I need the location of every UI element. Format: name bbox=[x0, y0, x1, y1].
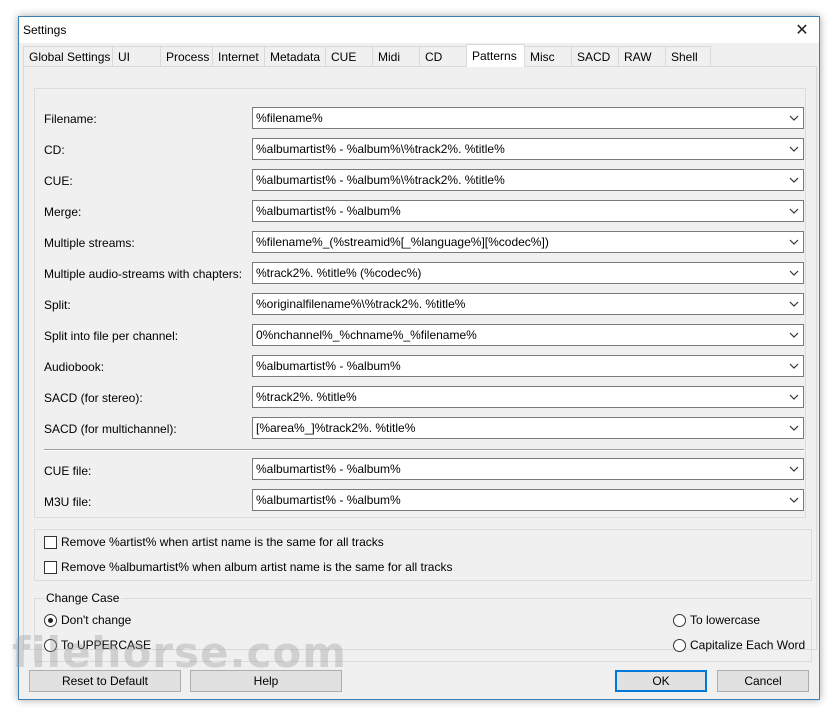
chevron-down-icon[interactable] bbox=[785, 170, 803, 190]
radio-uppercase-button[interactable] bbox=[44, 638, 57, 652]
chevron-down-icon[interactable] bbox=[785, 459, 803, 479]
tab-internet[interactable]: Internet bbox=[212, 46, 265, 67]
pattern-label-cue: CUE: bbox=[44, 174, 73, 188]
combo-value: %albumartist% - %album%\%track2%. %title… bbox=[256, 142, 505, 156]
chevron-down-icon[interactable] bbox=[785, 139, 803, 159]
radio-lowercase-label: To lowercase bbox=[690, 613, 761, 627]
combo-value: %originalfilename%\%track2%. %title% bbox=[256, 297, 466, 311]
combo-value: [%area%_]%track2%. %title% bbox=[256, 421, 416, 435]
combo-value: %albumartist% - %album% bbox=[256, 462, 401, 476]
tab-raw[interactable]: RAW bbox=[618, 46, 666, 67]
tab-patterns[interactable]: Patterns bbox=[466, 44, 525, 67]
tab-misc[interactable]: Misc bbox=[524, 46, 572, 67]
pattern-label-filename: Filename: bbox=[44, 112, 97, 126]
pattern-combo-multiple-streams[interactable]: %filename%_(%streamid%[_%language%][%cod… bbox=[252, 231, 804, 253]
radio-uppercase[interactable]: To UPPERCASE bbox=[44, 638, 151, 652]
combo-value: %filename%_(%streamid%[_%language%][%cod… bbox=[256, 235, 549, 249]
pattern-separator bbox=[44, 449, 804, 451]
combo-value: %track2%. %title% (%codec%) bbox=[256, 266, 422, 280]
chevron-down-icon[interactable] bbox=[785, 263, 803, 283]
pattern-label-audio-chapters: Multiple audio-streams with chapters: bbox=[44, 267, 243, 281]
close-button[interactable]: ✕ bbox=[785, 17, 819, 43]
tab-strip: Global Settings UI Process Internet Meta… bbox=[23, 44, 711, 67]
patterns-panel: Filename: %filename% CD: %albumartist% -… bbox=[23, 66, 817, 662]
chevron-down-icon[interactable] bbox=[785, 294, 803, 314]
remove-albumartist-label: Remove %albumartist% when album artist n… bbox=[61, 560, 453, 574]
settings-window: Settings ✕ Global Settings UI Process In… bbox=[18, 16, 820, 700]
pattern-combo-audio-chapters[interactable]: %track2%. %title% (%codec%) bbox=[252, 262, 804, 284]
radio-uppercase-label: To UPPERCASE bbox=[61, 638, 152, 652]
pattern-combo-cue-file[interactable]: %albumartist% - %album% bbox=[252, 458, 804, 480]
pattern-label-cue-file: CUE file: bbox=[44, 464, 92, 478]
radio-lowercase[interactable]: To lowercase bbox=[673, 613, 760, 627]
combo-value: %albumartist% - %album% bbox=[256, 359, 401, 373]
chevron-down-icon[interactable] bbox=[785, 490, 803, 510]
pattern-label-split-channel: Split into file per channel: bbox=[44, 329, 179, 343]
change-case-group bbox=[34, 598, 812, 662]
tab-metadata[interactable]: Metadata bbox=[264, 46, 326, 67]
pattern-combo-merge[interactable]: %albumartist% - %album% bbox=[252, 200, 804, 222]
pattern-label-cd: CD: bbox=[44, 143, 65, 157]
radio-capitalize-label: Capitalize Each Word bbox=[690, 638, 806, 652]
remove-albumartist-checkbox[interactable] bbox=[44, 560, 57, 574]
tab-sacd[interactable]: SACD bbox=[571, 46, 619, 67]
pattern-label-split: Split: bbox=[44, 298, 71, 312]
combo-value: %track2%. %title% bbox=[256, 390, 357, 404]
tab-shell[interactable]: Shell bbox=[665, 46, 711, 67]
radio-dont-change-label: Don't change bbox=[61, 613, 132, 627]
radio-capitalize-button[interactable] bbox=[673, 638, 686, 652]
pattern-label-multiple-streams: Multiple streams: bbox=[44, 236, 135, 250]
chevron-down-icon[interactable] bbox=[785, 108, 803, 128]
window-title: Settings bbox=[23, 23, 67, 37]
ok-button[interactable]: OK bbox=[615, 670, 707, 692]
close-icon: ✕ bbox=[795, 22, 809, 39]
chevron-down-icon[interactable] bbox=[785, 356, 803, 376]
remove-albumartist-option[interactable]: Remove %albumartist% when album artist n… bbox=[44, 560, 452, 574]
chevron-down-icon[interactable] bbox=[785, 232, 803, 252]
pattern-combo-sacd-stereo[interactable]: %track2%. %title% bbox=[252, 386, 804, 408]
pattern-combo-cd[interactable]: %albumartist% - %album%\%track2%. %title… bbox=[252, 138, 804, 160]
pattern-label-merge: Merge: bbox=[44, 205, 82, 219]
pattern-combo-split-channel[interactable]: 0%nchannel%_%chname%_%filename% bbox=[252, 324, 804, 346]
pattern-combo-filename[interactable]: %filename% bbox=[252, 107, 804, 129]
radio-lowercase-button[interactable] bbox=[673, 613, 686, 627]
chevron-down-icon[interactable] bbox=[785, 201, 803, 221]
combo-value: %filename% bbox=[256, 111, 323, 125]
pattern-label-m3u-file: M3U file: bbox=[44, 495, 92, 509]
remove-artist-checkbox[interactable] bbox=[44, 535, 57, 549]
remove-artist-label: Remove %artist% when artist name is the … bbox=[61, 535, 384, 549]
pattern-combo-sacd-multichannel[interactable]: [%area%_]%track2%. %title% bbox=[252, 417, 804, 439]
cancel-button[interactable]: Cancel bbox=[717, 670, 809, 692]
reset-to-default-button[interactable]: Reset to Default bbox=[29, 670, 181, 692]
remove-artist-option[interactable]: Remove %artist% when artist name is the … bbox=[44, 535, 384, 549]
pattern-combo-audiobook[interactable]: %albumartist% - %album% bbox=[252, 355, 804, 377]
pattern-label-sacd-multichannel: SACD (for multichannel): bbox=[44, 422, 177, 436]
tab-global-settings[interactable]: Global Settings bbox=[23, 46, 113, 67]
radio-capitalize[interactable]: Capitalize Each Word bbox=[673, 638, 805, 652]
change-case-legend: Change Case bbox=[44, 591, 122, 605]
radio-dont-change[interactable]: Don't change bbox=[44, 613, 131, 627]
tab-midi[interactable]: Midi bbox=[372, 46, 420, 67]
help-button[interactable]: Help bbox=[190, 670, 342, 692]
pattern-label-audiobook: Audiobook: bbox=[44, 360, 105, 374]
pattern-combo-m3u-file[interactable]: %albumartist% - %album% bbox=[252, 489, 804, 511]
chevron-down-icon[interactable] bbox=[785, 387, 803, 407]
chevron-down-icon[interactable] bbox=[785, 418, 803, 438]
combo-value: %albumartist% - %album% bbox=[256, 493, 401, 507]
pattern-label-sacd-stereo: SACD (for stereo): bbox=[44, 391, 143, 405]
radio-dont-change-button[interactable] bbox=[44, 613, 57, 627]
tab-process[interactable]: Process bbox=[160, 46, 213, 67]
tab-cue[interactable]: CUE bbox=[325, 46, 373, 67]
chevron-down-icon[interactable] bbox=[785, 325, 803, 345]
pattern-combo-cue[interactable]: %albumartist% - %album%\%track2%. %title… bbox=[252, 169, 804, 191]
combo-value: 0%nchannel%_%chname%_%filename% bbox=[256, 328, 477, 342]
combo-value: %albumartist% - %album%\%track2%. %title… bbox=[256, 173, 505, 187]
pattern-combo-split[interactable]: %originalfilename%\%track2%. %title% bbox=[252, 293, 804, 315]
tab-cd[interactable]: CD bbox=[419, 46, 467, 67]
tab-ui[interactable]: UI bbox=[112, 46, 161, 67]
title-bar: Settings ✕ bbox=[19, 17, 819, 43]
combo-value: %albumartist% - %album% bbox=[256, 204, 401, 218]
